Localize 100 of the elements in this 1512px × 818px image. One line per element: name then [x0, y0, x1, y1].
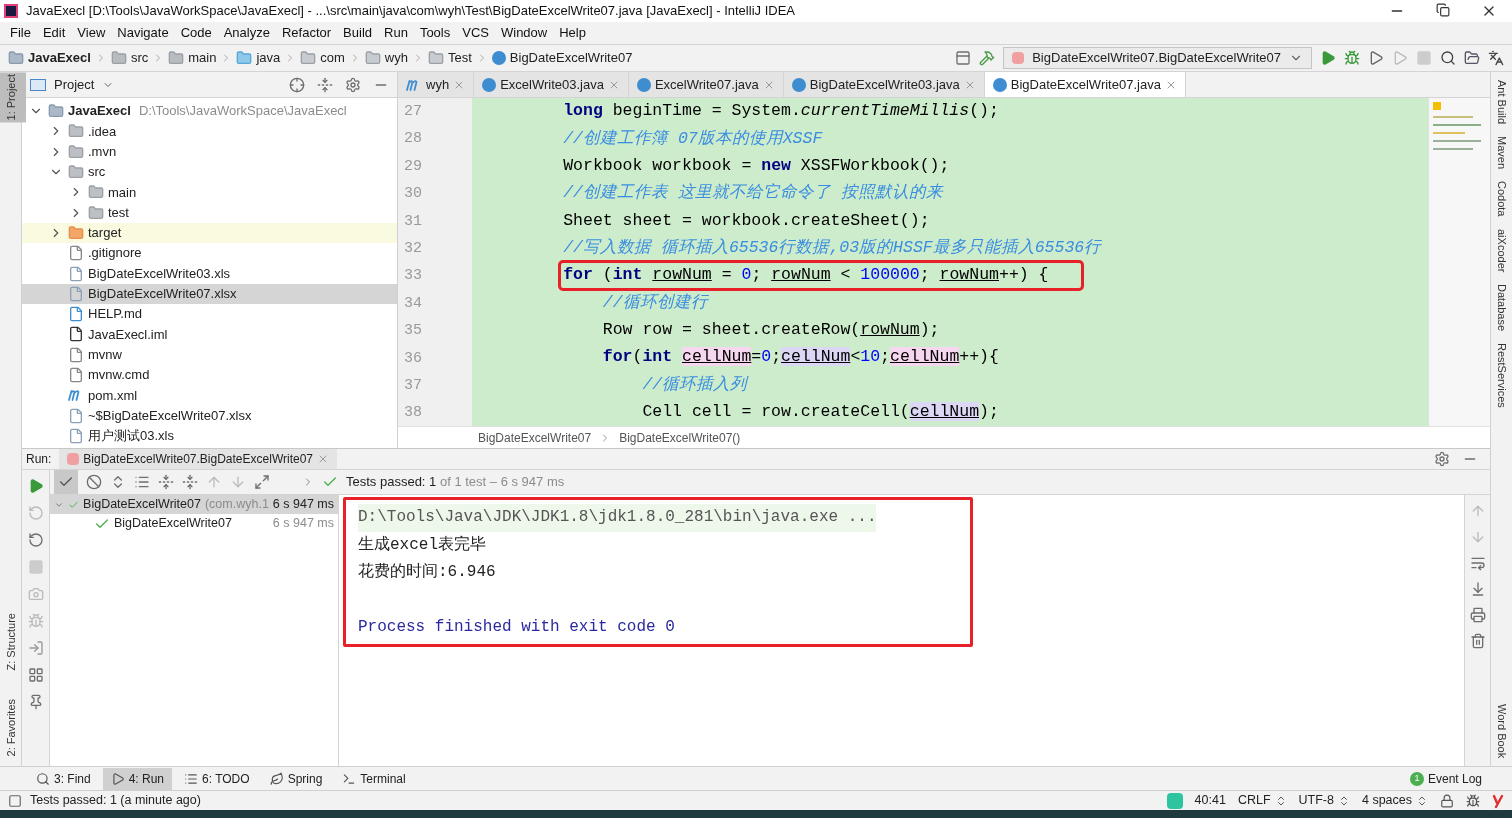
- breadcrumb-item[interactable]: wyh: [384, 48, 408, 68]
- menu-item[interactable]: File: [4, 23, 37, 43]
- tool-tab[interactable]: 3: Find: [28, 767, 99, 790]
- test-class-row[interactable]: BigDateExcelWrite07 (com.wyh.1 6 s 947 ms: [50, 495, 338, 514]
- tree-item[interactable]: main: [22, 182, 145, 203]
- run-configuration-dropdown[interactable]: BigDateExcelWrite07.BigDateExcelWrite07: [1003, 47, 1312, 69]
- show-ignored-icon[interactable]: [86, 474, 102, 490]
- menu-item[interactable]: Analyze: [217, 23, 276, 43]
- tree-item[interactable]: mvnw.cmd: [22, 364, 158, 386]
- tool-window-tab[interactable]: Database: [1489, 283, 1512, 332]
- tool-window-tab[interactable]: 2: Favorites: [0, 696, 26, 758]
- breadcrumb-item[interactable]: BigDateExcelWrite07(): [619, 428, 741, 447]
- tool-windows-icon[interactable]: [8, 793, 22, 808]
- tree-item[interactable]: BigDateExcelWrite03.xls: [22, 263, 239, 284]
- tree-item[interactable]: pom.xml: [22, 385, 146, 406]
- soft-wrap-icon[interactable]: [1469, 555, 1486, 571]
- tree-item[interactable]: test: [22, 202, 137, 223]
- test-name: BigDateExcelWrite07: [83, 496, 201, 514]
- tool-window-tab[interactable]: Maven: [1489, 136, 1512, 170]
- tool-tab[interactable]: 6: TODO: [176, 767, 258, 790]
- menu-item[interactable]: Window: [494, 23, 554, 43]
- tool-window-tab[interactable]: Z: Structure: [0, 611, 26, 673]
- layout-icon[interactable]: [27, 667, 44, 683]
- tree-item[interactable]: src: [22, 161, 114, 183]
- trash-icon[interactable]: [1469, 633, 1486, 649]
- tree-item[interactable]: JavaExecl.iml: [22, 324, 176, 345]
- inspector-icon[interactable]: [1466, 793, 1480, 808]
- debug-icon[interactable]: [1344, 50, 1360, 66]
- tool-window-tab[interactable]: Ant Build: [1489, 80, 1512, 125]
- import-icon[interactable]: [27, 640, 44, 656]
- line-separator[interactable]: CRLF: [1237, 791, 1271, 810]
- settings-icon[interactable]: [1434, 451, 1450, 467]
- tree-item[interactable]: target: [22, 222, 397, 244]
- file-encoding[interactable]: UTF-8: [1298, 791, 1334, 810]
- test-method-row[interactable]: BigDateExcelWrite07 6 s 947 ms: [50, 514, 338, 533]
- expand-all-icon[interactable]: [158, 474, 174, 490]
- breadcrumb-item[interactable]: Test: [448, 48, 472, 68]
- indent-setting[interactable]: 4 spaces: [1361, 791, 1412, 810]
- editor-tab[interactable]: ExcelWrite03.java: [474, 72, 629, 97]
- coverage-icon[interactable]: [1368, 50, 1384, 66]
- menu-item[interactable]: Help: [553, 23, 592, 43]
- lock-icon[interactable]: [1440, 793, 1454, 808]
- breadcrumb-item[interactable]: src: [130, 48, 149, 68]
- toggle-autotest-icon[interactable]: [27, 532, 44, 548]
- tree-item[interactable]: mvnw: [22, 344, 130, 365]
- tool-tab[interactable]: Terminal: [334, 767, 414, 790]
- show-passed-toggle[interactable]: [54, 470, 78, 494]
- breadcrumb-item[interactable]: BigDateExcelWrite07: [478, 428, 592, 447]
- sort-duration-icon[interactable]: [134, 474, 150, 490]
- breadcrumb-item[interactable]: BigDateExcelWrite07: [509, 48, 633, 68]
- tool-window-tab[interactable]: 1: Project: [0, 72, 26, 123]
- project-structure-icon[interactable]: [1464, 50, 1480, 66]
- editor-tab[interactable]: BigDateExcelWrite03.java: [783, 72, 985, 97]
- breadcrumb-item[interactable]: java: [256, 48, 281, 68]
- editor-tab[interactable]: ExcelWrite07.java: [628, 72, 784, 97]
- tool-window-tab[interactable]: aiXcoder: [1489, 228, 1512, 272]
- locate-icon[interactable]: [289, 76, 305, 93]
- breadcrumb-item[interactable]: main: [188, 48, 217, 68]
- translate-icon[interactable]: [1488, 50, 1504, 66]
- caret-position[interactable]: 40:41: [1194, 791, 1226, 810]
- window-icon[interactable]: [955, 50, 972, 66]
- export-icon[interactable]: [254, 474, 270, 490]
- panel-title: Run:: [26, 451, 52, 468]
- breadcrumb-item[interactable]: com: [320, 48, 345, 68]
- tool-tab[interactable]: 4: Run: [102, 767, 173, 790]
- tree-item[interactable]: ~$BigDateExcelWrite07.xlsx: [22, 405, 260, 426]
- tree-item[interactable]: HELP.md: [22, 303, 150, 325]
- search-icon[interactable]: [1440, 50, 1456, 66]
- menu-item[interactable]: Tools: [413, 23, 457, 43]
- settings-icon[interactable]: [345, 76, 361, 93]
- menu-item[interactable]: Build: [337, 23, 378, 43]
- tool-window-tab[interactable]: Codota: [1489, 181, 1512, 217]
- menu-item[interactable]: VCS: [456, 23, 495, 43]
- editor-tab[interactable]: BigDateExcelWrite07.java: [984, 72, 1186, 97]
- tree-item[interactable]: 用户测试03.xls: [22, 425, 182, 447]
- breadcrumb-item[interactable]: JavaExecl: [28, 48, 91, 68]
- menu-item[interactable]: Code: [174, 23, 218, 43]
- panel-title[interactable]: Project: [54, 74, 95, 95]
- editor-tab[interactable]: wyh: [398, 72, 475, 97]
- tree-item[interactable]: BigDateExcelWrite07.xlsx: [22, 283, 397, 304]
- menu-item[interactable]: Navigate: [111, 23, 175, 43]
- menu-item[interactable]: View: [71, 23, 112, 43]
- tool-tab[interactable]: Spring: [261, 767, 331, 790]
- tree-item[interactable]: .mvn: [22, 141, 125, 162]
- hammer-icon[interactable]: [979, 50, 996, 66]
- line-number: 35: [403, 321, 423, 342]
- print-icon[interactable]: [1469, 607, 1486, 623]
- collapse-all-icon[interactable]: [182, 474, 198, 490]
- collapse-all-icon[interactable]: [317, 76, 333, 93]
- run-tab[interactable]: BigDateExcelWrite07.BigDateExcelWrite07: [59, 449, 338, 469]
- menu-item[interactable]: Refactor: [275, 23, 338, 43]
- tool-window-tab[interactable]: RestServices: [1489, 343, 1512, 408]
- spring-icon: [269, 771, 284, 786]
- tree-item[interactable]: .idea: [22, 121, 125, 142]
- run-icon[interactable]: [1320, 50, 1336, 66]
- tool-window-tab[interactable]: Word Book: [1489, 703, 1512, 758]
- event-log-button[interactable]: 1 Event Log: [1409, 769, 1482, 788]
- tree-item[interactable]: .gitignore: [22, 243, 150, 264]
- menu-item[interactable]: Edit: [36, 23, 72, 43]
- menu-item[interactable]: Run: [378, 23, 414, 43]
